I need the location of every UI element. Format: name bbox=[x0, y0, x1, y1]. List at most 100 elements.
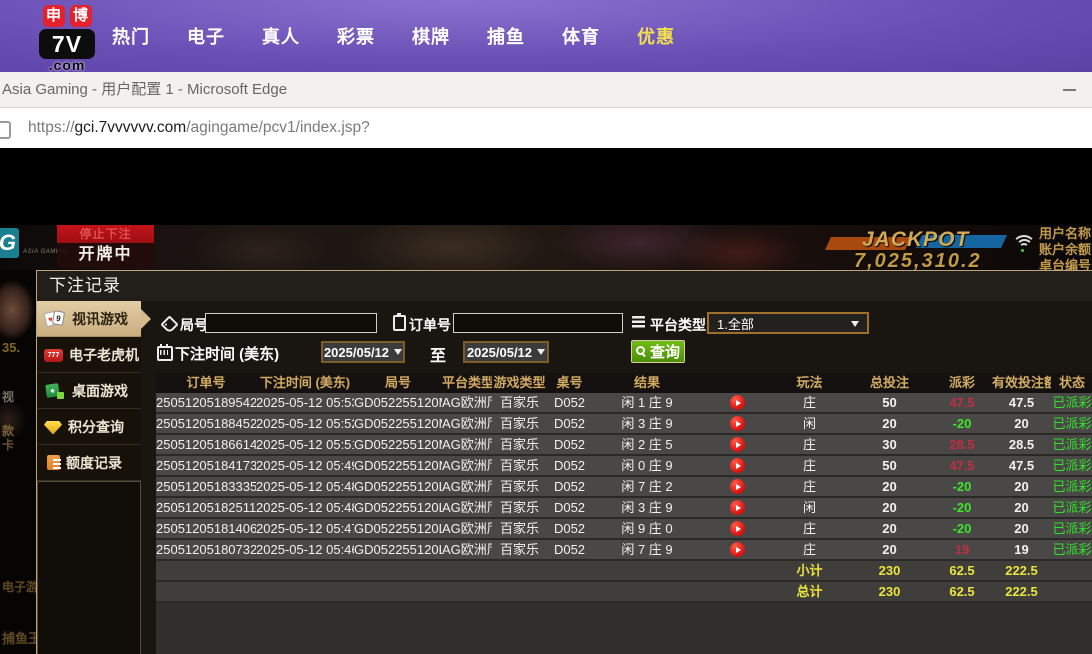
cell-valid: 47.5 bbox=[992, 393, 1051, 412]
table-row: 2505120518845262025-05-12 05:52:58GD0522… bbox=[156, 414, 1092, 435]
cell-table: D052 bbox=[547, 393, 592, 412]
total-cell-4 bbox=[492, 582, 547, 601]
cell-table: D052 bbox=[547, 435, 592, 454]
table-row: 2505120518333502025-05-12 05:48:46GD0522… bbox=[156, 477, 1092, 498]
jackpot-label: JACKPOT bbox=[862, 228, 969, 252]
cell-round: GD052255120LX bbox=[354, 519, 442, 538]
nav-item-4[interactable]: 棋牌 bbox=[412, 23, 450, 49]
cell-table: D052 bbox=[547, 456, 592, 475]
subtotal-cell-2 bbox=[354, 561, 442, 580]
background-left-strip: 35.视款卡电子游戏捕鱼王 bbox=[0, 270, 36, 654]
cell-platform: AG欧洲厅 bbox=[442, 477, 492, 496]
total-cell-9: 230 bbox=[847, 582, 932, 601]
header-cell-2: 局号 bbox=[354, 373, 442, 393]
nav-item-2[interactable]: 真人 bbox=[262, 23, 300, 49]
cell-play: 庄 bbox=[772, 519, 847, 538]
bet-table: 订单号下注时间 (美东)局号平台类型游戏类型桌号结果玩法总投注派彩有效投注额状态… bbox=[156, 373, 1092, 654]
play-video-button[interactable] bbox=[730, 416, 745, 431]
cell-time: 2025-05-12 05:51:25 bbox=[256, 435, 354, 454]
search-icon bbox=[636, 346, 647, 357]
cell-game: 百家乐 bbox=[492, 456, 547, 475]
cell-status: 已派彩 bbox=[1051, 414, 1092, 433]
subtotal-cell-1 bbox=[256, 561, 354, 580]
cell-payout: 47.5 bbox=[932, 456, 992, 475]
play-video-button[interactable] bbox=[730, 500, 745, 515]
cell-valid: 28.5 bbox=[992, 435, 1051, 454]
round-label: 局号 bbox=[180, 315, 208, 335]
screen: 申 博 7V .com 热门电子真人彩票棋牌捕鱼体育优惠 Asia Gaming… bbox=[0, 0, 1092, 654]
url-text[interactable]: https://gci.7vvvvvv.com/agingame/pcv1/in… bbox=[28, 108, 370, 148]
play-video-button[interactable] bbox=[730, 542, 745, 557]
cell-round: GD052255120M0 bbox=[354, 456, 442, 475]
bet-records-panel: 下注记录 视讯游戏777电子老虎机桌面游戏积分查询额度记录 局号 订单号 平台类… bbox=[36, 270, 1092, 654]
play-video-button[interactable] bbox=[730, 479, 745, 494]
subtotal-cell-7 bbox=[702, 561, 772, 580]
to-label: 至 bbox=[430, 342, 446, 366]
points-icon bbox=[44, 421, 62, 435]
sidebar-item-3[interactable]: 积分查询 bbox=[37, 409, 141, 445]
subtotal-cell-12 bbox=[1051, 561, 1092, 580]
cell-status: 已派彩 bbox=[1051, 498, 1092, 517]
quota-record-icon bbox=[47, 455, 60, 470]
nav-item-6[interactable]: 体育 bbox=[562, 23, 600, 49]
cell-bet: 20 bbox=[847, 477, 932, 496]
nav-item-1[interactable]: 电子 bbox=[187, 23, 225, 49]
sidebar-item-1[interactable]: 777电子老虎机 bbox=[37, 337, 141, 373]
round-input[interactable] bbox=[205, 313, 377, 333]
platform-select[interactable]: 1.全部 bbox=[707, 312, 869, 334]
header-cell-5: 桌号 bbox=[547, 373, 592, 393]
date-from-select[interactable]: 2025/05/12 bbox=[321, 341, 405, 363]
header-cell-1: 下注时间 (美东) bbox=[256, 373, 354, 393]
browser-urlbar[interactable]: https://gci.7vvvvvv.com/agingame/pcv1/in… bbox=[0, 108, 1092, 148]
nav-item-5[interactable]: 捕鱼 bbox=[487, 23, 525, 49]
play-video-button[interactable] bbox=[730, 458, 745, 473]
header-cell-12: 状态 bbox=[1051, 373, 1092, 393]
chevron-down-icon bbox=[537, 349, 545, 355]
subtotal-cell-9: 230 bbox=[847, 561, 932, 580]
subtotal-cell-10: 62.5 bbox=[932, 561, 992, 580]
cell-video bbox=[702, 435, 772, 454]
search-button[interactable]: 查询 bbox=[631, 340, 685, 363]
sidebar-item-0[interactable]: 视讯游戏 bbox=[37, 301, 141, 337]
sidebar-item-4[interactable]: 额度记录 bbox=[37, 445, 141, 481]
cell-play: 闲 bbox=[772, 414, 847, 433]
cell-play: 庄 bbox=[772, 435, 847, 454]
cell-play: 庄 bbox=[772, 456, 847, 475]
nav-item-0[interactable]: 热门 bbox=[112, 23, 150, 49]
cell-video bbox=[702, 477, 772, 496]
cell-round: GD052255120LY bbox=[354, 498, 442, 517]
logo-7v: 7V bbox=[39, 29, 95, 59]
cell-payout: 47.5 bbox=[932, 393, 992, 412]
cell-bet: 20 bbox=[847, 540, 932, 559]
header-cell-8: 玩法 bbox=[772, 373, 847, 393]
site-logo[interactable]: 申 博 7V .com bbox=[28, 5, 106, 73]
cell-result: 闲 0 庄 9 bbox=[592, 456, 702, 475]
minimize-icon[interactable] bbox=[1063, 89, 1076, 91]
panel-sidebar: 视讯游戏777电子老虎机桌面游戏积分查询额度记录 bbox=[37, 301, 141, 654]
cell-status: 已派彩 bbox=[1051, 456, 1092, 475]
date-to-select[interactable]: 2025/05/12 bbox=[463, 341, 549, 363]
play-video-button[interactable] bbox=[730, 437, 745, 452]
header-cell-7 bbox=[702, 373, 772, 393]
cell-bet: 50 bbox=[847, 456, 932, 475]
sidebar-item-2[interactable]: 桌面游戏 bbox=[37, 373, 141, 409]
nav-item-7[interactable]: 优惠 bbox=[637, 23, 675, 49]
order-input[interactable] bbox=[453, 313, 623, 333]
cell-result: 闲 7 庄 9 bbox=[592, 540, 702, 559]
cell-bet: 20 bbox=[847, 414, 932, 433]
cell-time: 2025-05-12 05:52:58 bbox=[256, 414, 354, 433]
header-cell-0: 订单号 bbox=[156, 373, 256, 393]
cell-play: 庄 bbox=[772, 393, 847, 412]
cell-payout: 19 bbox=[932, 540, 992, 559]
cell-video bbox=[702, 519, 772, 538]
cell-payout: 28.5 bbox=[932, 435, 992, 454]
total-cell-3 bbox=[442, 582, 492, 601]
play-video-button[interactable] bbox=[730, 521, 745, 536]
cell-table: D052 bbox=[547, 540, 592, 559]
cell-bet: 50 bbox=[847, 393, 932, 412]
cell-result: 闲 3 庄 9 bbox=[592, 414, 702, 433]
cell-time: 2025-05-12 05:47:10 bbox=[256, 519, 354, 538]
play-video-button[interactable] bbox=[730, 395, 745, 410]
slot-machine-icon: 777 bbox=[44, 349, 63, 362]
nav-item-3[interactable]: 彩票 bbox=[337, 23, 375, 49]
